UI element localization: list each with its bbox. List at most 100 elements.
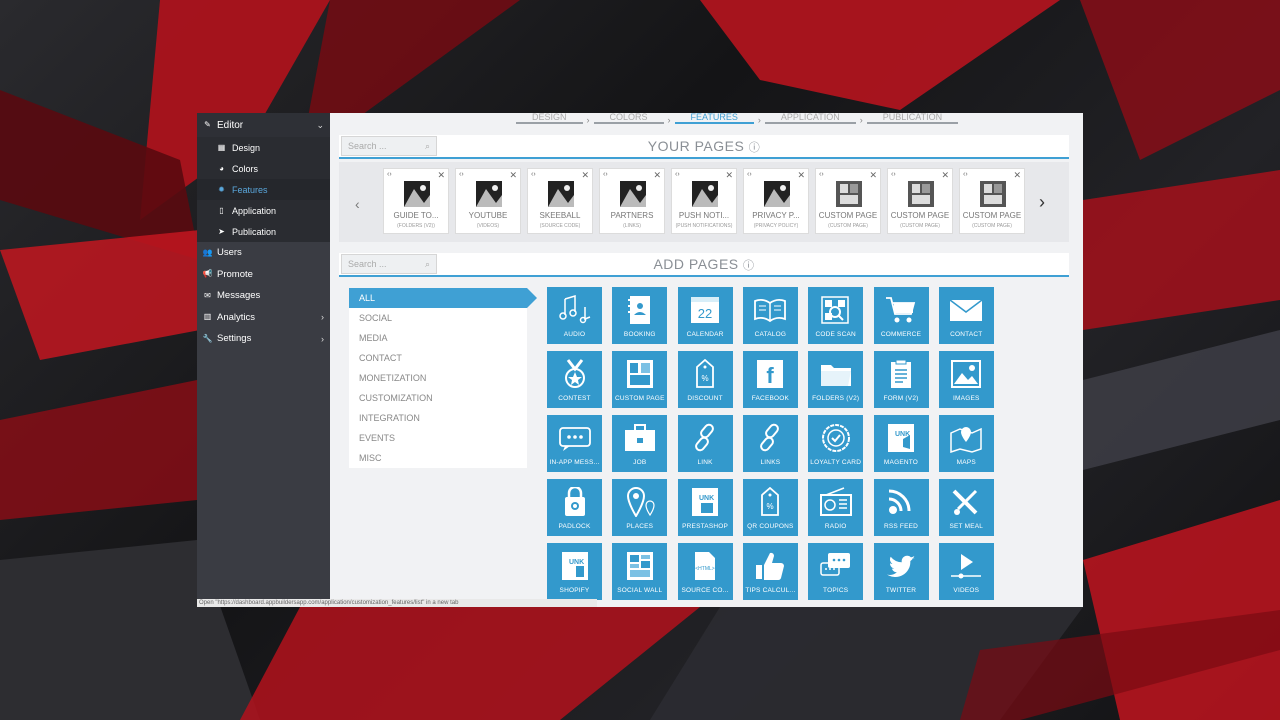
category-events[interactable]: EVENTS bbox=[349, 428, 527, 448]
feature-tile-custom-page[interactable]: CUSTOM PAGE bbox=[612, 351, 668, 408]
feature-tile-videos[interactable]: VIDEOS bbox=[938, 543, 994, 600]
code-icon[interactable]: ‹› bbox=[747, 171, 752, 178]
chevron-right-icon[interactable]: › bbox=[1039, 192, 1045, 213]
sidebar-item-promote[interactable]: 📢 Promote bbox=[197, 264, 330, 286]
category-misc[interactable]: MISC bbox=[349, 448, 527, 468]
sidebar-item-users[interactable]: 👥 Users bbox=[197, 242, 330, 264]
sidebar-item-application[interactable]: ▯ Application bbox=[197, 200, 330, 221]
close-icon[interactable]: ✕ bbox=[1013, 170, 1021, 181]
step-application[interactable]: APPLICATION bbox=[764, 113, 856, 124]
feature-tile-magento[interactable]: UNK MAGENTO bbox=[873, 415, 929, 472]
feature-tile-padlock[interactable]: PADLOCK bbox=[547, 479, 602, 536]
feature-tile-shopify[interactable]: UNK SHOPIFY bbox=[547, 543, 602, 600]
feature-tile-social-wall[interactable]: SOCIAL WALL bbox=[612, 543, 668, 600]
feature-tile-in-app-mess[interactable]: IN-APP MESS... bbox=[547, 415, 602, 472]
feature-tile-maps[interactable]: MAPS bbox=[938, 415, 994, 472]
svg-text:UNK: UNK bbox=[569, 559, 584, 566]
step-design[interactable]: DESIGN bbox=[516, 113, 583, 124]
your-page-card[interactable]: ‹› ✕ CUSTOM PAGE (CUSTOM PAGE) bbox=[815, 168, 881, 234]
your-page-card[interactable]: ‹› ✕ PARTNERS (LINKS) bbox=[599, 168, 665, 234]
add-pages-title: ADD PAGES ⓘ bbox=[653, 255, 755, 272]
category-media[interactable]: MEDIA bbox=[349, 328, 527, 348]
close-icon[interactable]: ✕ bbox=[437, 170, 445, 181]
feature-tile-links[interactable]: LINKS bbox=[742, 415, 798, 472]
feature-tile-form-v2[interactable]: FORM (V2) bbox=[873, 351, 929, 408]
feature-tile-job[interactable]: JOB bbox=[612, 415, 668, 472]
code-icon[interactable]: ‹› bbox=[387, 171, 392, 178]
feature-tile-twitter[interactable]: TWITTER bbox=[873, 543, 929, 600]
sidebar-item-analytics[interactable]: ▥ Analytics › bbox=[197, 307, 330, 329]
feature-tile-source-co[interactable]: <HTML> SOURCE CO... bbox=[677, 543, 733, 600]
feature-tile-label: CATALOG bbox=[754, 331, 787, 338]
feature-tile-loyalty-card[interactable]: LOYALTY CARD bbox=[808, 415, 864, 472]
code-icon[interactable]: ‹› bbox=[891, 171, 896, 178]
category-contact[interactable]: CONTACT bbox=[349, 348, 527, 368]
feature-tile-catalog[interactable]: CATALOG bbox=[742, 287, 798, 344]
feature-tile-rss-feed[interactable]: RSS FEED bbox=[873, 479, 929, 536]
your-page-card[interactable]: ‹› ✕ GUIDE TO... (FOLDERS (V2)) bbox=[383, 168, 449, 234]
feature-tile-link[interactable]: LINK bbox=[677, 415, 733, 472]
step-features[interactable]: FEATURES bbox=[674, 113, 754, 124]
category-social[interactable]: SOCIAL bbox=[349, 308, 527, 328]
feature-tile-discount[interactable]: % DISCOUNT bbox=[677, 351, 733, 408]
feature-tile-audio[interactable]: AUDIO bbox=[547, 287, 602, 344]
feature-tile-commerce[interactable]: COMMERCE bbox=[873, 287, 929, 344]
code-icon[interactable]: ‹› bbox=[459, 171, 464, 178]
feature-tile-code-scan[interactable]: CODE SCAN bbox=[808, 287, 864, 344]
chevron-right-icon: › bbox=[321, 312, 324, 323]
feature-tile-label: FOLDERS (V2) bbox=[812, 395, 860, 402]
close-icon[interactable]: ✕ bbox=[725, 170, 733, 181]
category-monetization[interactable]: MONETIZATION bbox=[349, 368, 527, 388]
category-integration[interactable]: INTEGRATION bbox=[349, 408, 527, 428]
feature-tile-topics[interactable]: TOPICS bbox=[808, 543, 864, 600]
code-icon[interactable]: ‹› bbox=[531, 171, 536, 178]
close-icon[interactable]: ✕ bbox=[869, 170, 877, 181]
your-page-type: (PUSH NOTIFICATIONS) bbox=[675, 223, 733, 229]
add-pages-search-input[interactable]: Search ... ⌕ bbox=[341, 254, 437, 274]
sidebar-item-messages[interactable]: ✉ Messages bbox=[197, 285, 330, 307]
feature-tile-set-meal[interactable]: SET MEAL bbox=[938, 479, 994, 536]
code-icon[interactable]: ‹› bbox=[963, 171, 968, 178]
feature-tile-contact[interactable]: CONTACT bbox=[938, 287, 994, 344]
sidebar-item-label: Messages bbox=[217, 290, 261, 302]
feature-tile-places[interactable]: PLACES bbox=[612, 479, 668, 536]
your-page-card[interactable]: ‹› ✕ PUSH NOTI... (PUSH NOTIFICATIONS) bbox=[671, 168, 737, 234]
feature-tile-folders-v2[interactable]: FOLDERS (V2) bbox=[808, 351, 864, 408]
your-pages-search-input[interactable]: Search ... ⌕ bbox=[341, 136, 437, 156]
close-icon[interactable]: ✕ bbox=[581, 170, 589, 181]
your-page-card[interactable]: ‹› ✕ SKEEBALL (SOURCE CODE) bbox=[527, 168, 593, 234]
code-icon[interactable]: ‹› bbox=[603, 171, 608, 178]
sidebar-item-colors[interactable]: ◕ Colors bbox=[197, 158, 330, 179]
your-page-card[interactable]: ‹› ✕ PRIVACY P... (PRIVACY POLICY) bbox=[743, 168, 809, 234]
sidebar-editor-header[interactable]: ✎ Editor ⌄ bbox=[197, 113, 330, 137]
feature-tile-radio[interactable]: RADIO bbox=[808, 479, 864, 536]
loyalty-card-icon bbox=[818, 415, 854, 458]
step-colors[interactable]: COLORS bbox=[593, 113, 664, 124]
code-icon[interactable]: ‹› bbox=[819, 171, 824, 178]
page-thumbnail bbox=[980, 181, 1006, 207]
feature-tile-facebook[interactable]: f FACEBOOK bbox=[742, 351, 798, 408]
code-icon[interactable]: ‹› bbox=[675, 171, 680, 178]
chevron-left-icon[interactable]: ‹ bbox=[355, 196, 360, 212]
feature-tile-prestashop[interactable]: UNK PRESTASHOP bbox=[677, 479, 733, 536]
close-icon[interactable]: ✕ bbox=[941, 170, 949, 181]
close-icon[interactable]: ✕ bbox=[653, 170, 661, 181]
feature-tile-calendar[interactable]: 22 CALENDAR bbox=[677, 287, 733, 344]
your-page-card[interactable]: ‹› ✕ YOUTUBE (VIDEOS) bbox=[455, 168, 521, 234]
step-publication[interactable]: PUBLICATION bbox=[866, 113, 959, 124]
your-page-card[interactable]: ‹› ✕ CUSTOM PAGE (CUSTOM PAGE) bbox=[887, 168, 953, 234]
sidebar-item-settings[interactable]: 🔧 Settings › bbox=[197, 328, 330, 350]
close-icon[interactable]: ✕ bbox=[509, 170, 517, 181]
feature-tile-tips-calcul[interactable]: TIPS CALCUL... bbox=[742, 543, 798, 600]
close-icon[interactable]: ✕ bbox=[797, 170, 805, 181]
your-page-card[interactable]: ‹› ✕ CUSTOM PAGE (CUSTOM PAGE) bbox=[959, 168, 1025, 234]
feature-tile-qr-coupons[interactable]: % QR COUPONS bbox=[742, 479, 798, 536]
sidebar-item-publication[interactable]: ➤ Publication bbox=[197, 221, 330, 242]
feature-tile-images[interactable]: IMAGES bbox=[938, 351, 994, 408]
feature-tile-contest[interactable]: CONTEST bbox=[547, 351, 602, 408]
sidebar-item-features[interactable]: ✹ Features bbox=[197, 179, 330, 200]
sidebar-item-design[interactable]: ▦ Design bbox=[197, 137, 330, 158]
category-customization[interactable]: CUSTOMIZATION bbox=[349, 388, 527, 408]
feature-tile-booking[interactable]: BOOKING bbox=[612, 287, 668, 344]
category-all[interactable]: ALL bbox=[349, 288, 537, 308]
